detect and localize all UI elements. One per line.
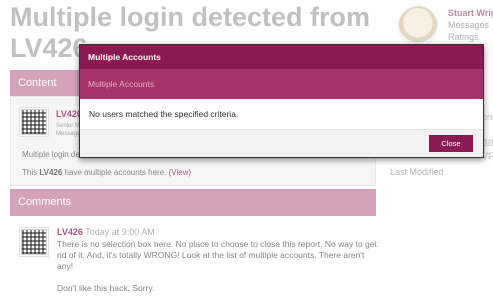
modal-title: Multiple Accounts [80,45,483,69]
close-button[interactable]: Close [429,135,473,152]
multiple-accounts-modal: Multiple Accounts Multiple Accounts No u… [79,44,484,158]
modal-tab[interactable]: Multiple Accounts [80,69,483,99]
modal-footer: Close [80,130,483,157]
modal-message: No users matched the specified criteria. [80,99,483,130]
